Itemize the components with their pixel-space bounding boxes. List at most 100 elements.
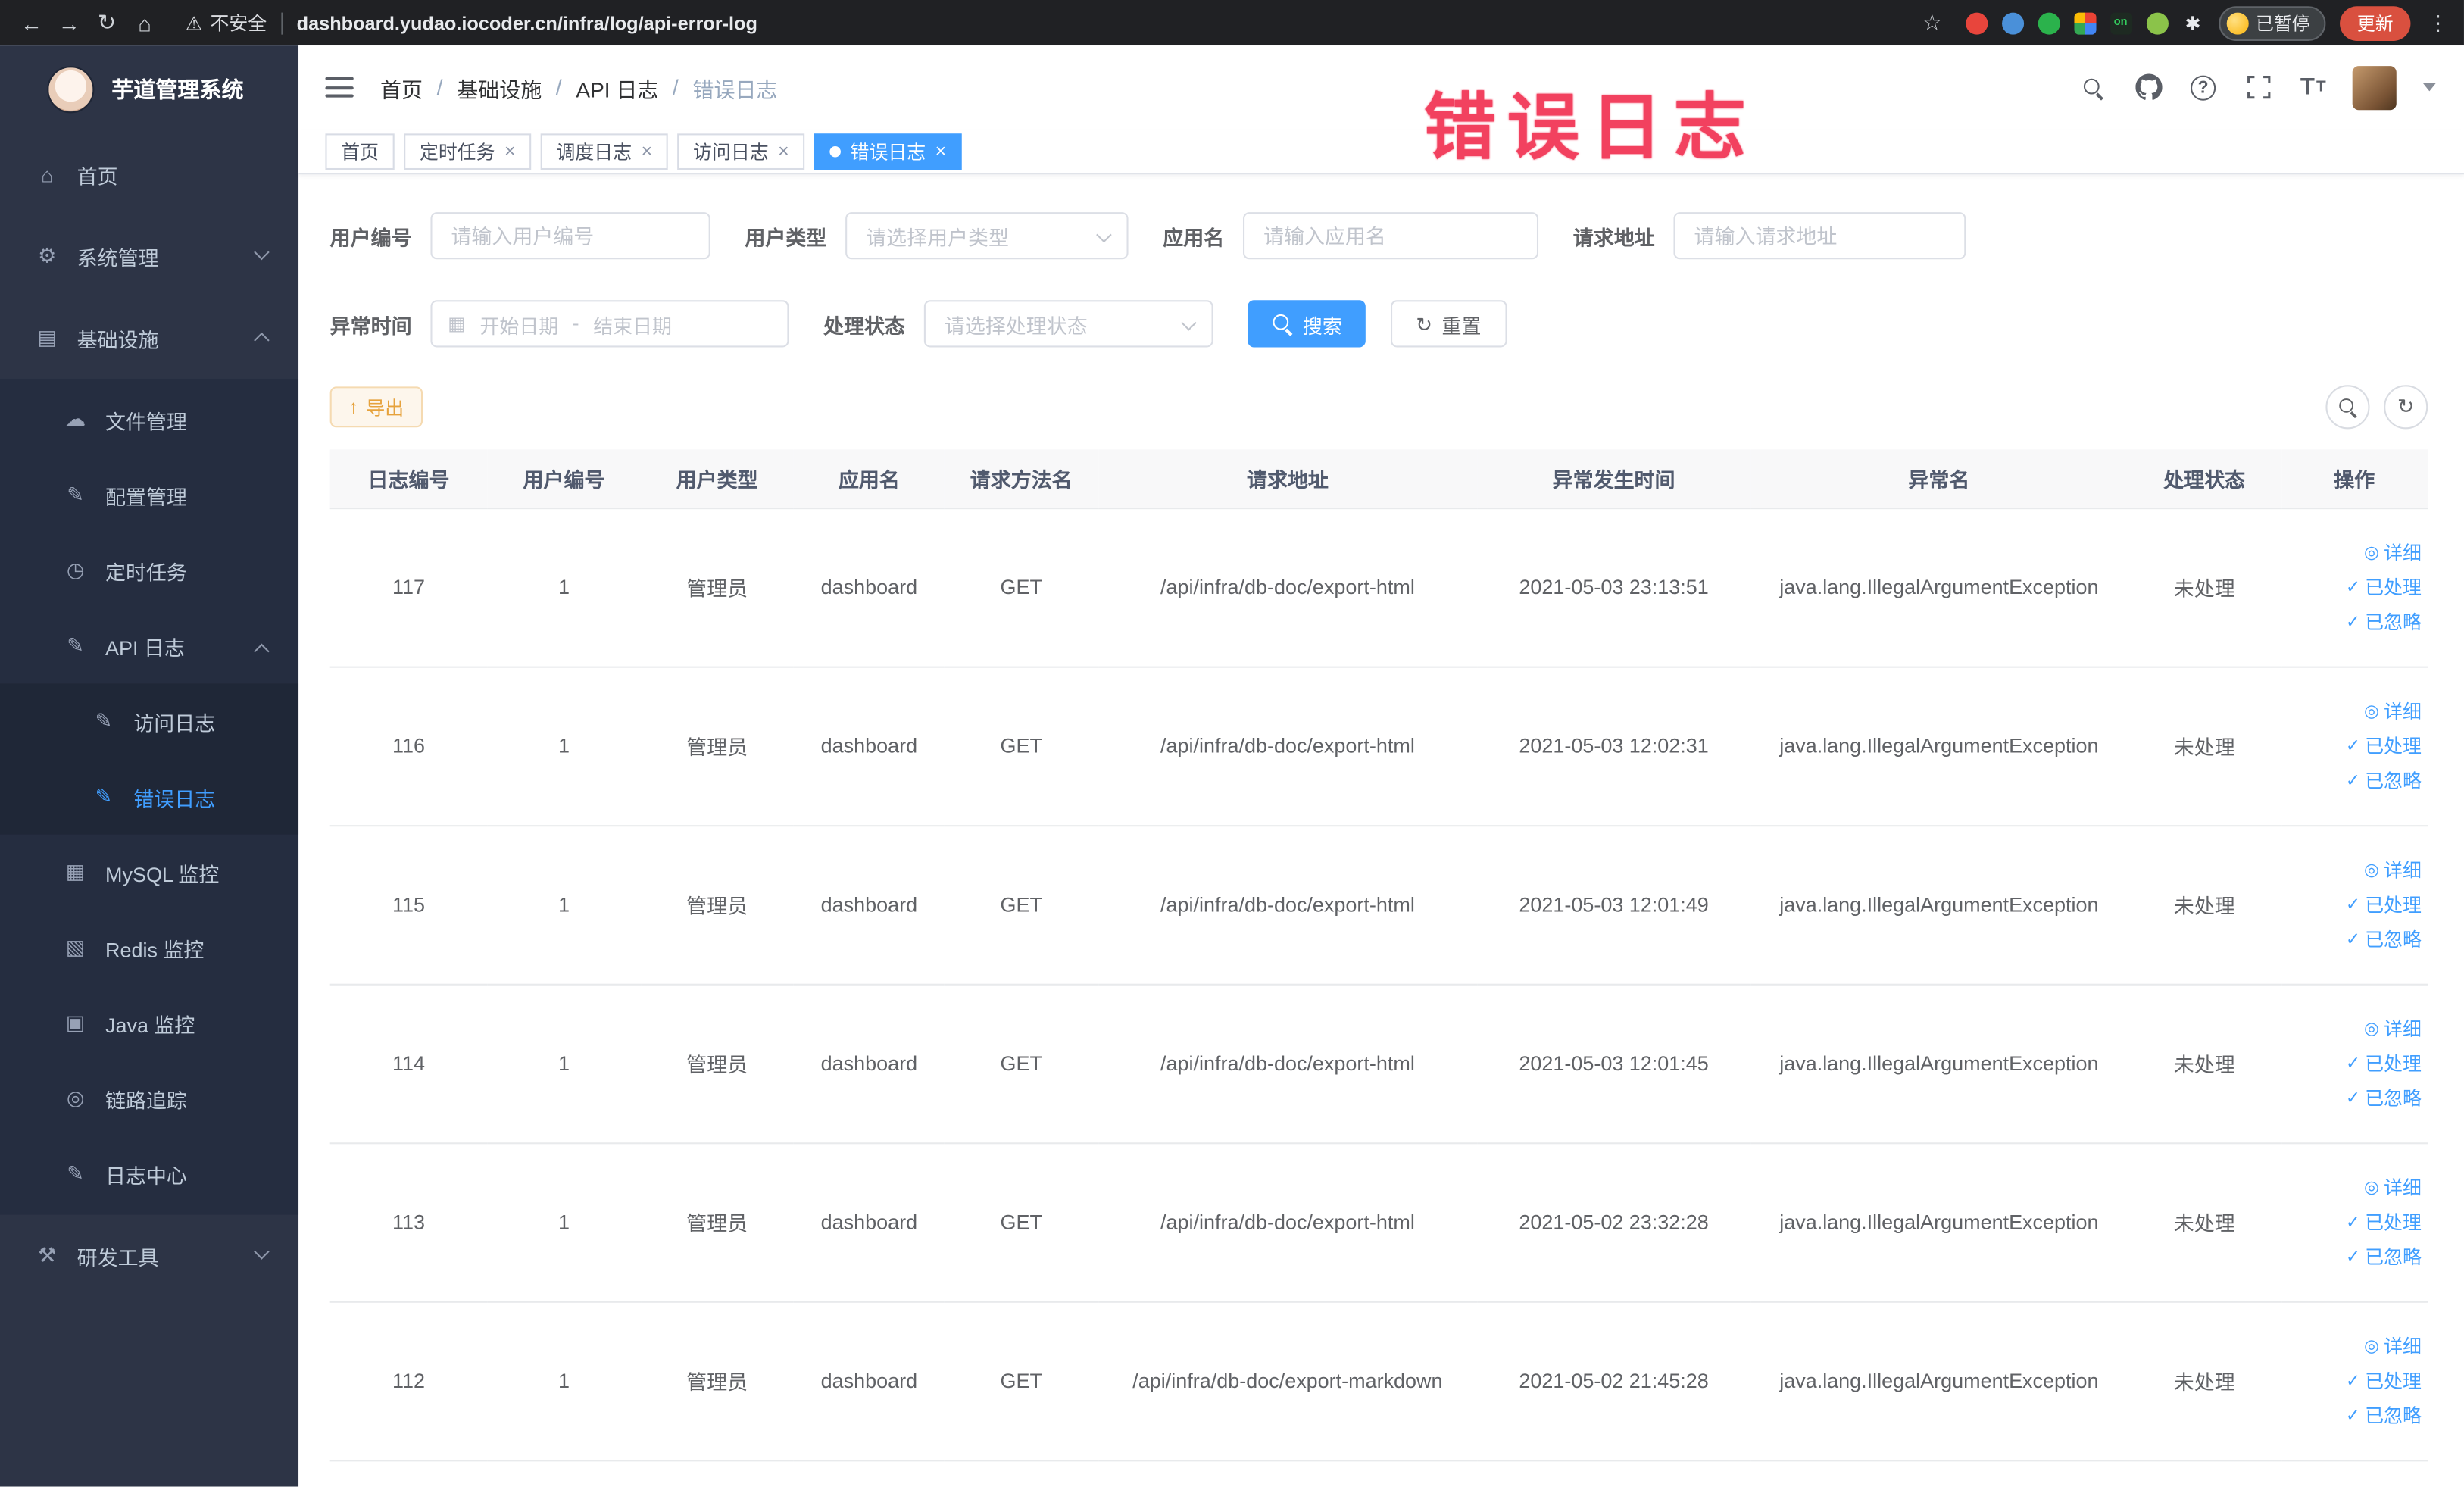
extension-icon-on[interactable]: on: [2110, 11, 2132, 34]
refresh-button[interactable]: ↻: [2384, 385, 2428, 430]
infrastructure-icon: ▤: [37, 325, 57, 349]
request-url-input[interactable]: [1673, 212, 1966, 260]
forward-icon[interactable]: →: [50, 4, 88, 42]
ignored-link[interactable]: ✓ 已忽略: [2288, 763, 2422, 798]
user-id-input[interactable]: [430, 212, 710, 260]
cell-status: 未处理: [2128, 825, 2281, 985]
ignored-link[interactable]: ✓ 已忽略: [2288, 1398, 2422, 1432]
detail-link[interactable]: ◎ 详细: [2288, 852, 2422, 887]
search-icon[interactable]: [2078, 71, 2109, 102]
ignored-link[interactable]: ✓ 已忽略: [2288, 604, 2422, 639]
ignored-link[interactable]: ✓ 已忽略: [2288, 1239, 2422, 1274]
eye-icon: ◎: [2363, 701, 2379, 721]
sidebar-item-mysql-monitor[interactable]: ▦ MySQL 监控: [0, 835, 298, 911]
browser-menu-icon[interactable]: ⋮: [2425, 10, 2451, 35]
bookmark-star-icon[interactable]: ☆: [1913, 4, 1951, 42]
eye-icon: ◎: [2363, 860, 2379, 879]
breadcrumb-infrastructure[interactable]: 基础设施: [457, 71, 542, 102]
detail-link[interactable]: ◎ 详细: [2288, 1170, 2422, 1205]
github-icon[interactable]: [2132, 71, 2163, 102]
app-name-input[interactable]: [1243, 212, 1539, 260]
close-icon[interactable]: ×: [504, 142, 516, 161]
sidebar-item-java-monitor[interactable]: ▣ Java 监控: [0, 986, 298, 1061]
security-label[interactable]: 不安全: [211, 9, 267, 36]
sidebar-item-config-management[interactable]: ✎ 配置管理: [0, 458, 298, 533]
tab-error-log[interactable]: 错误日志 ×: [814, 133, 962, 170]
sidebar-item-devtools[interactable]: ⚒ 研发工具: [0, 1215, 298, 1297]
processed-link[interactable]: ✓ 已处理: [2288, 1046, 2422, 1081]
sidebar-item-access-log[interactable]: ✎ 访问日志: [0, 683, 298, 759]
url-text[interactable]: dashboard.yudao.iocoder.cn/infra/log/api…: [297, 12, 757, 34]
help-icon[interactable]: ?: [2188, 71, 2219, 102]
cell-exception-name: java.lang.IllegalArgumentException: [1750, 666, 2128, 826]
tab-scheduled-jobs[interactable]: 定时任务 ×: [404, 133, 532, 170]
back-icon[interactable]: ←: [13, 4, 51, 42]
search-toggle-button[interactable]: [2325, 385, 2370, 430]
action-label: 详细: [2384, 1176, 2422, 1198]
user-avatar[interactable]: [2352, 65, 2397, 110]
search-button[interactable]: 搜索: [1248, 300, 1366, 348]
user-type-placeholder: 请选择用户类型: [866, 225, 1009, 249]
extension-icon-grid[interactable]: [2073, 11, 2096, 34]
detail-link[interactable]: ◎ 详细: [2288, 694, 2422, 729]
cell-request-url: /api/infra/db-doc/export-html: [1098, 825, 1478, 985]
sidebar-toggle-icon[interactable]: [325, 77, 354, 98]
process-status-select[interactable]: 请选择处理状态: [923, 300, 1213, 348]
processed-link[interactable]: ✓ 已处理: [2288, 570, 2422, 604]
action-label: 已忽略: [2365, 1086, 2422, 1109]
user-type-select[interactable]: 请选择用户类型: [845, 212, 1129, 260]
export-button[interactable]: ↑ 导出: [329, 386, 423, 428]
sidebar-item-api-log[interactable]: ✎ API 日志: [0, 608, 298, 684]
detail-link[interactable]: ◎ 详细: [2288, 1329, 2422, 1364]
paused-badge[interactable]: 已暂停: [2218, 5, 2326, 40]
extension-icon-green[interactable]: [2037, 11, 2060, 34]
close-icon[interactable]: ×: [935, 142, 947, 161]
font-size-icon[interactable]: TT: [2297, 71, 2328, 102]
ignored-link[interactable]: ✓ 已忽略: [2288, 1080, 2422, 1115]
sidebar-item-log-center[interactable]: ✎ 日志中心: [0, 1136, 298, 1212]
ignored-link[interactable]: ✓ 已忽略: [2288, 922, 2422, 957]
extension-icon-red[interactable]: [1965, 11, 1988, 34]
breadcrumb-api-log[interactable]: API 日志: [576, 71, 658, 102]
tab-access-log[interactable]: 访问日志 ×: [677, 133, 805, 170]
sidebar-item-redis-monitor[interactable]: ▧ Redis 监控: [0, 910, 298, 986]
table-body: 117 1 管理员 dashboard GET /api/infra/db-do…: [329, 508, 2428, 1461]
close-icon[interactable]: ×: [778, 142, 789, 161]
extension-icon-paw[interactable]: ✱: [2182, 12, 2204, 34]
detail-link[interactable]: ◎ 详细: [2288, 535, 2422, 570]
detail-link[interactable]: ◎ 详细: [2288, 1011, 2422, 1046]
processed-link[interactable]: ✓ 已处理: [2288, 1204, 2422, 1239]
sidebar-item-system[interactable]: ⚙ 系统管理: [0, 215, 298, 297]
browser-home-icon[interactable]: ⌂: [126, 4, 164, 42]
processed-link[interactable]: ✓ 已处理: [2288, 887, 2422, 922]
sidebar-item-home[interactable]: ⌂ 首页: [0, 133, 298, 215]
processed-link[interactable]: ✓ 已处理: [2288, 729, 2422, 764]
cell-status: 未处理: [2128, 1301, 2281, 1461]
date-range-picker[interactable]: ▦ 开始日期 - 结束日期: [430, 300, 789, 348]
fullscreen-icon[interactable]: [2242, 71, 2273, 102]
col-request-url: 请求地址: [1098, 449, 1478, 509]
processed-link[interactable]: ✓ 已处理: [2288, 1364, 2422, 1398]
breadcrumb-home[interactable]: 首页: [380, 71, 423, 102]
update-button[interactable]: 更新: [2340, 5, 2411, 40]
tab-dispatch-log[interactable]: 调度日志 ×: [540, 133, 668, 170]
app-logo[interactable]: 芋道管理系统: [0, 45, 298, 133]
extension-icon-blue[interactable]: [2001, 11, 2024, 34]
sidebar-item-infrastructure[interactable]: ▤ 基础设施: [0, 297, 298, 379]
date-separator: -: [572, 312, 579, 335]
action-label: 详细: [2384, 858, 2422, 881]
sidebar-item-error-log[interactable]: ✎ 错误日志: [0, 759, 298, 835]
reload-icon[interactable]: ↻: [88, 4, 126, 42]
reset-button[interactable]: ↻ 重置: [1391, 300, 1507, 348]
avatar-caret-icon[interactable]: [2423, 83, 2436, 92]
sidebar-item-scheduled-jobs[interactable]: ◷ 定时任务: [0, 533, 298, 608]
sidebar-item-file-management[interactable]: ☁ 文件管理: [0, 382, 298, 458]
address-bar[interactable]: ⚠ 不安全 dashboard.yudao.iocoder.cn/infra/l…: [186, 9, 1913, 36]
close-icon[interactable]: ×: [642, 142, 653, 161]
tab-home[interactable]: 首页: [325, 133, 395, 170]
cell-actions: ◎ 详细 ✓ 已处理 ✓ 已忽略: [2281, 508, 2428, 667]
extension-icon-leaf[interactable]: [2145, 11, 2168, 34]
sidebar-item-trace[interactable]: ◎ 链路追踪: [0, 1061, 298, 1136]
main-area: 首页 / 基础设施 / API 日志 / 错误日志 ? T T 错误日志 首页 …: [298, 45, 2464, 1487]
cell-actions: ◎ 详细 ✓ 已处理 ✓ 已忽略: [2281, 1142, 2428, 1302]
